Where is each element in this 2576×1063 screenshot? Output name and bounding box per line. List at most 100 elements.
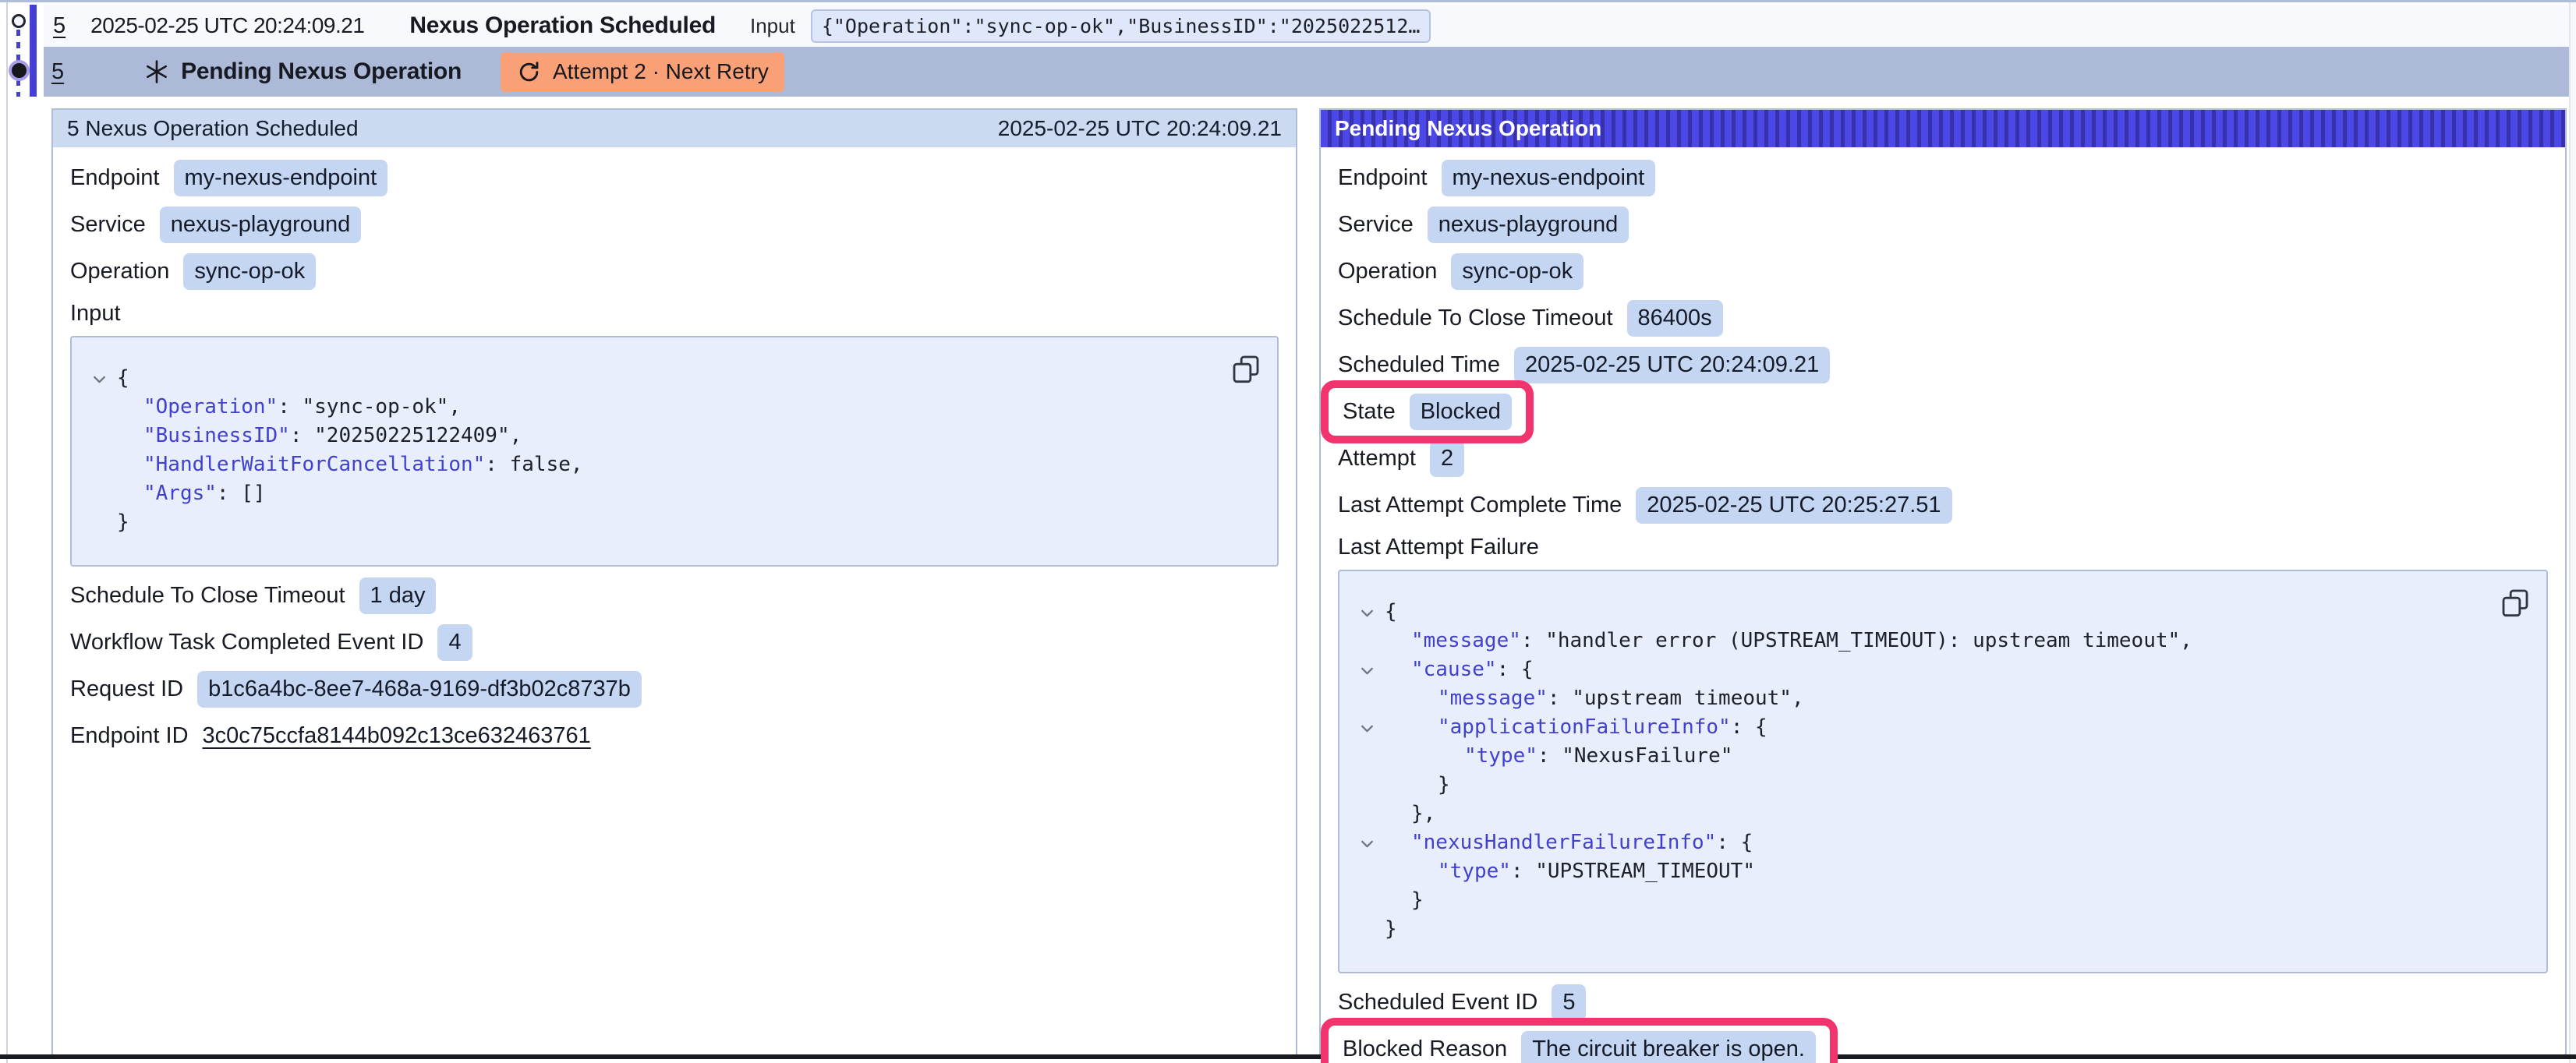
event-detail-panels: 5 Nexus Operation Scheduled 2025-02-25 U… bbox=[51, 108, 2567, 1056]
json-line: } bbox=[1349, 915, 2528, 944]
chevron-gutter bbox=[1349, 857, 1385, 886]
pending-row-title: Pending Nexus Operation bbox=[181, 58, 462, 85]
bottom-divider-line bbox=[0, 1054, 2576, 1059]
panel-nexus-operation-scheduled: 5 Nexus Operation Scheduled 2025-02-25 U… bbox=[51, 108, 1297, 1056]
json-line: "Args": [] bbox=[81, 479, 1258, 508]
pending-event-id-link[interactable]: 5 bbox=[51, 59, 64, 85]
json-line-text: { bbox=[117, 364, 129, 393]
field-value-badge: Blocked bbox=[1410, 394, 1512, 430]
event-name: Nexus Operation Scheduled bbox=[409, 12, 716, 39]
chevron-gutter bbox=[1349, 627, 1385, 655]
event-timestamp: 2025-02-25 UTC 20:24:09.21 bbox=[90, 13, 364, 38]
copy-json-button[interactable] bbox=[1230, 353, 1261, 384]
json-line-text: "nexusHandlerFailureInfo": { bbox=[1385, 828, 1753, 857]
json-line-text: "Operation": "sync-op-ok", bbox=[117, 393, 461, 422]
scheduled-panel-title: 5 Nexus Operation Scheduled bbox=[67, 116, 359, 141]
field-label: Blocked Reason bbox=[1343, 1037, 1507, 1062]
field-value-badge: my-nexus-endpoint bbox=[174, 160, 388, 196]
collapse-chevron-icon[interactable] bbox=[1349, 655, 1385, 684]
field-row: Schedule To Close Timeout 86400s bbox=[1338, 300, 2548, 337]
json-line-text: { bbox=[1385, 598, 1397, 627]
json-line-text: } bbox=[1385, 771, 1450, 800]
json-line: "applicationFailureInfo": { bbox=[1349, 713, 2528, 742]
field-row: Request ID b1c6a4bc-8ee7-468a-9169-df3b02… bbox=[70, 671, 1279, 708]
collapse-chevron-icon[interactable] bbox=[1349, 713, 1385, 742]
field-label: Scheduled Time bbox=[1338, 352, 1500, 378]
json-line-text: "message": "upstream timeout", bbox=[1385, 684, 1804, 713]
workflow-history-page: 5 2025-02-25 UTC 20:24:09.21 Nexus Opera… bbox=[0, 0, 2576, 1063]
field-row: Servicenexus-playground bbox=[70, 207, 1279, 243]
field-value-badge: The circuit breaker is open. bbox=[1521, 1031, 1816, 1063]
field-value-badge: 2 bbox=[1430, 440, 1464, 477]
field-value-badge: sync-op-ok bbox=[1451, 253, 1583, 290]
annotation-highlight-box: Blocked Reason The circuit breaker is ope… bbox=[1321, 1018, 1838, 1063]
collapse-chevron-icon[interactable] bbox=[1349, 598, 1385, 627]
selected-event-indicator-bar bbox=[30, 5, 37, 97]
collapse-chevron-icon[interactable] bbox=[1349, 828, 1385, 857]
scrollbar-track[interactable] bbox=[2569, 2, 2576, 1063]
annotation-highlight-box: StateBlocked bbox=[1321, 380, 1534, 443]
pending-panel-header: Pending Nexus Operation bbox=[1321, 110, 2565, 147]
field-label: Attempt bbox=[1338, 446, 1416, 471]
field-label: Schedule To Close Timeout bbox=[1338, 305, 1613, 331]
chevron-gutter bbox=[1349, 886, 1385, 915]
field-row: Operation sync-op-ok bbox=[1338, 253, 2548, 290]
chevron-gutter bbox=[1349, 800, 1385, 828]
field-row: Scheduled Event ID5 bbox=[1338, 984, 2548, 1021]
json-line: "message": "upstream timeout", bbox=[1349, 684, 2528, 713]
json-line: { bbox=[1349, 598, 2528, 627]
timeline-current-marker-icon[interactable] bbox=[9, 60, 30, 81]
field-label: Service bbox=[70, 212, 146, 238]
collapse-chevron-icon[interactable] bbox=[81, 364, 117, 393]
json-line: } bbox=[1349, 771, 2528, 800]
json-line-text: "applicationFailureInfo": { bbox=[1385, 713, 1767, 742]
chevron-gutter bbox=[81, 508, 117, 537]
chevron-gutter bbox=[1349, 684, 1385, 713]
chevron-gutter bbox=[81, 450, 117, 479]
scheduled-panel-header: 5 Nexus Operation Scheduled 2025-02-25 U… bbox=[53, 110, 1296, 147]
chevron-gutter bbox=[1349, 771, 1385, 800]
field-label: Operation bbox=[1338, 259, 1437, 284]
field-row: Servicenexus-playground bbox=[1338, 207, 2548, 243]
json-line-text: "Args": [] bbox=[117, 479, 266, 508]
field-label: Schedule To Close Timeout bbox=[70, 583, 345, 609]
json-line-text: "HandlerWaitForCancellation": false, bbox=[117, 450, 583, 479]
json-line: } bbox=[81, 508, 1258, 537]
json-line: "message": "handler error (UPSTREAM_TIME… bbox=[1349, 627, 2528, 655]
json-line: "cause": { bbox=[1349, 655, 2528, 684]
chevron-gutter bbox=[81, 479, 117, 508]
event-row-pending-nexus-operation[interactable]: 5 Pending Nexus Operation Attempt 2 · Ne… bbox=[44, 47, 2569, 97]
json-line: "HandlerWaitForCancellation": false, bbox=[81, 450, 1258, 479]
field-value-badge: b1c6a4bc-8ee7-468a-9169-df3b02c8737b bbox=[197, 671, 642, 708]
json-line-text: } bbox=[117, 508, 129, 537]
field-row: Schedule To Close Timeout1 day bbox=[70, 577, 1279, 614]
retry-badge-label: Attempt 2 · Next Retry bbox=[553, 59, 769, 84]
event-row-nexus-scheduled[interactable]: 5 2025-02-25 UTC 20:24:09.21 Nexus Opera… bbox=[44, 5, 2569, 47]
json-line: }, bbox=[1349, 800, 2528, 828]
page-left-rule bbox=[6, 2, 8, 1063]
pending-asterisk-icon bbox=[143, 58, 170, 85]
json-line: { bbox=[81, 364, 1258, 393]
json-line-text: "cause": { bbox=[1385, 655, 1534, 684]
copy-json-button[interactable] bbox=[2500, 587, 2531, 618]
chevron-gutter bbox=[81, 422, 117, 450]
field-row: Endpoint ID3c0c75ccfa8144b092c13ce632463… bbox=[70, 718, 1279, 754]
event-input-preview-badge[interactable]: {"Operation":"sync-op-ok","BusinessID":"… bbox=[811, 9, 1431, 43]
field-value-badge: 86400s bbox=[1627, 300, 1723, 337]
scheduled-panel-body: Endpoint my-nexus-endpoint Servicenexus-pl… bbox=[53, 147, 1296, 754]
field-label: Request ID bbox=[70, 676, 183, 702]
field-value-badge: 2025-02-25 UTC 20:25:27.51 bbox=[1636, 487, 1951, 524]
field-label: Operation bbox=[70, 259, 169, 284]
field-label: Last Attempt Complete Time bbox=[1338, 493, 1622, 518]
field-row: Scheduled Time2025-02-25 UTC 20:24:09.21 bbox=[1338, 347, 2548, 383]
field-row: Operationsync-op-ok bbox=[70, 253, 1279, 290]
json-line: "nexusHandlerFailureInfo": { bbox=[1349, 828, 2528, 857]
event-id-link[interactable]: 5 bbox=[53, 13, 65, 39]
json-line-text: } bbox=[1385, 886, 1424, 915]
field-row: StateBlocked bbox=[1338, 394, 2548, 430]
json-line-text: } bbox=[1385, 915, 1397, 944]
field-label: Service bbox=[1338, 212, 1414, 238]
field-label: Endpoint bbox=[70, 165, 160, 191]
field-value-link[interactable]: 3c0c75ccfa8144b092c13ce632463761 bbox=[203, 723, 591, 749]
timeline-open-marker-icon[interactable] bbox=[12, 14, 26, 28]
